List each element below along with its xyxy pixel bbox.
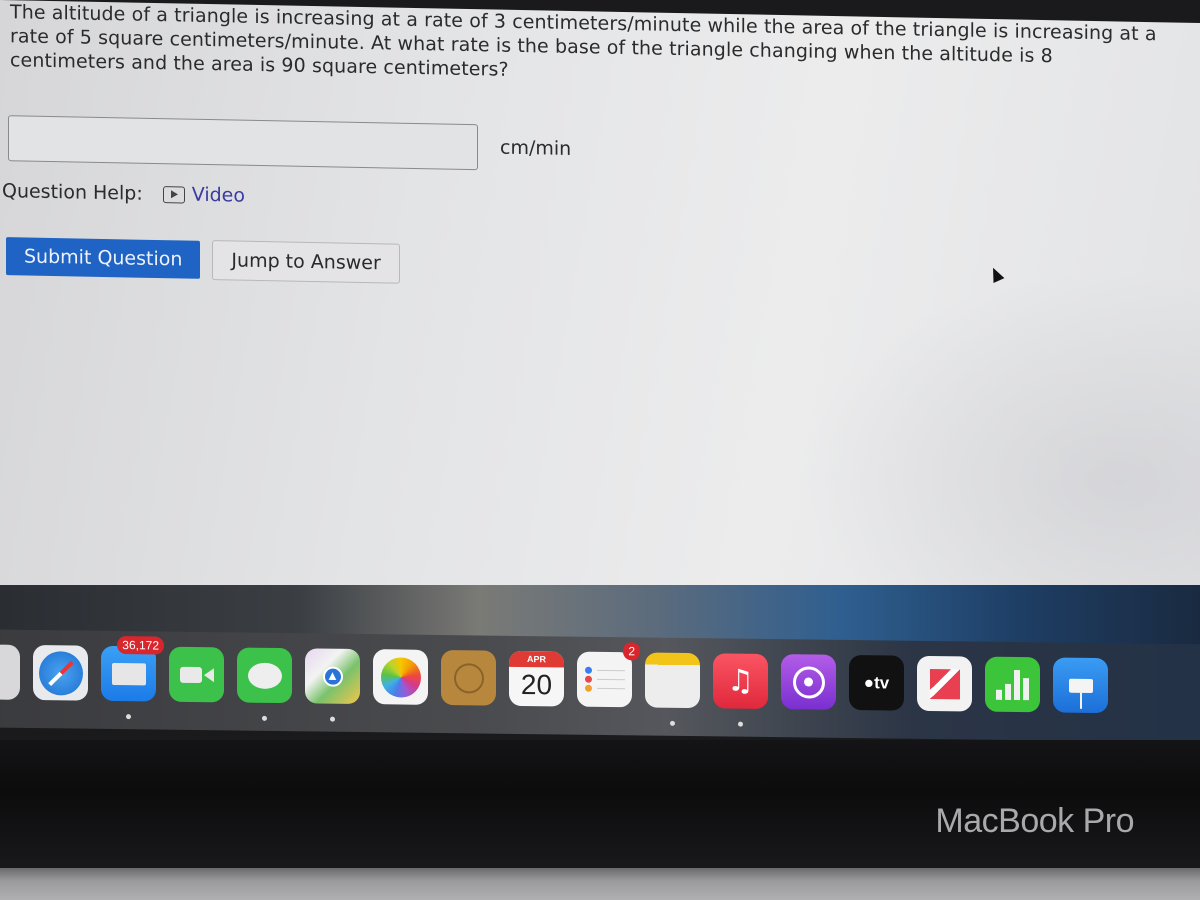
video-link-label: Video	[191, 183, 245, 207]
dock-item-news[interactable]	[917, 655, 972, 712]
mail-badge: 36,172	[117, 636, 164, 655]
keynote-icon	[1068, 678, 1093, 693]
dock-item-mail[interactable]: 36,172	[101, 636, 164, 720]
safari-icon	[38, 650, 83, 696]
play-icon	[162, 185, 185, 204]
contacts-icon	[453, 662, 484, 694]
question-help: Question Help: Video	[2, 180, 245, 207]
reminders-badge: 2	[623, 642, 640, 661]
dock-item-contacts[interactable]	[441, 649, 496, 706]
calendar-day: 20	[520, 668, 553, 701]
dock-item-tv[interactable]: ●tv	[849, 654, 904, 711]
mouse-cursor-icon	[987, 265, 1005, 283]
dock-item-maps[interactable]: ▲	[305, 648, 360, 722]
question-help-label: Question Help:	[2, 180, 143, 205]
answer-unit: cm/min	[500, 136, 572, 160]
dock-item-calendar[interactable]: APR 20	[509, 650, 564, 707]
tv-icon: ●tv	[863, 672, 890, 692]
running-indicator	[670, 720, 675, 726]
mail-icon	[111, 662, 146, 685]
podcasts-icon	[792, 665, 825, 699]
photos-icon	[380, 656, 421, 698]
dock-item-numbers[interactable]	[985, 656, 1040, 713]
facetime-icon	[179, 666, 214, 683]
dock: 36,172 ▲ APR 20 2 ♫ ●tv	[0, 629, 1200, 743]
calendar-month: APR	[509, 650, 564, 668]
laptop-bezel: MacBook Pro	[0, 740, 1200, 870]
running-indicator	[738, 721, 743, 727]
dock-item-launchpad[interactable]	[0, 644, 20, 700]
dock-item-photos[interactable]	[373, 649, 428, 705]
dock-item-safari[interactable]	[33, 645, 88, 701]
answer-input[interactable]	[8, 115, 478, 171]
answer-row: cm/min	[8, 115, 571, 172]
dock-item-keynote[interactable]	[1053, 657, 1108, 714]
numbers-icon	[995, 669, 1031, 700]
dock-item-notes[interactable]	[645, 652, 700, 726]
music-icon: ♫	[727, 663, 754, 699]
running-indicator	[126, 714, 131, 720]
question-actions: Submit Question Jump to Answer	[6, 236, 400, 284]
reminders-icon	[585, 665, 625, 694]
browser-content: The altitude of a triangle is increasing…	[0, 0, 1200, 624]
question-text: The altitude of a triangle is increasing…	[10, 1, 1157, 81]
running-indicator	[330, 716, 335, 722]
brand-label: MacBook Pro	[935, 802, 1134, 840]
dock-item-music[interactable]: ♫	[713, 653, 768, 727]
dock-item-reminders[interactable]: 2	[577, 642, 640, 708]
dock-item-messages[interactable]	[237, 647, 292, 721]
dock-item-podcasts[interactable]	[781, 654, 836, 710]
running-indicator	[262, 715, 267, 721]
video-help-link[interactable]: Video	[162, 183, 245, 207]
jump-to-answer-button[interactable]: Jump to Answer	[212, 240, 400, 284]
news-icon	[929, 668, 960, 699]
submit-question-button[interactable]: Submit Question	[6, 237, 201, 279]
maps-icon: ▲	[322, 666, 343, 687]
laptop-chassis	[0, 868, 1200, 900]
dock-item-facetime[interactable]	[169, 646, 224, 703]
messages-icon	[247, 662, 282, 689]
